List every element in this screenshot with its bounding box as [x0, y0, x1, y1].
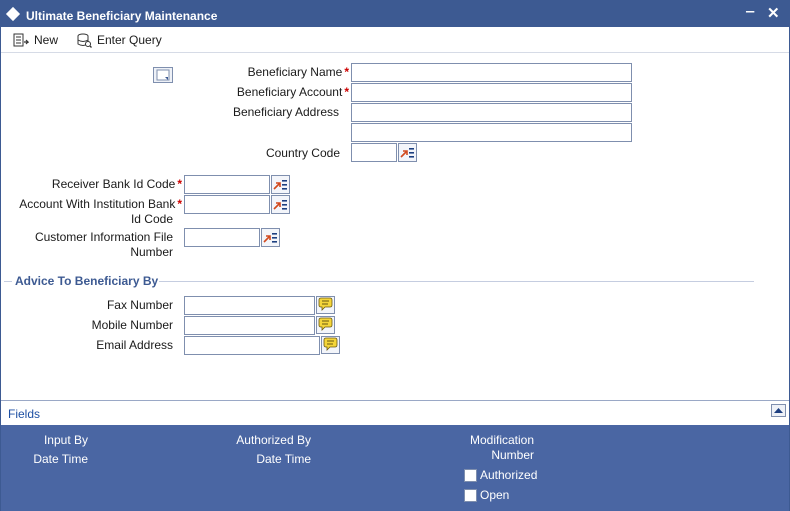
account-with-institution-label: Account With Institution Bank *	[5, 197, 182, 212]
mobile-message-icon[interactable]	[316, 316, 335, 334]
triangle-up-icon	[774, 408, 783, 413]
cif-label: Customer Information File	[34, 230, 173, 244]
input-by-label: Input By	[43, 433, 88, 447]
close-button[interactable]: ✕	[767, 4, 780, 22]
toolbar: New Enter Query	[1, 27, 789, 53]
database-query-icon	[77, 33, 92, 48]
beneficiary-name-input[interactable]	[351, 63, 632, 82]
receiver-bank-input[interactable]	[184, 175, 270, 194]
account-with-institution-text: Account With Institution Bank	[19, 197, 176, 211]
country-code-lov-icon[interactable]	[398, 143, 417, 162]
cif-label-line2: Number	[130, 245, 173, 259]
account-with-institution-input[interactable]	[184, 195, 270, 214]
cif-lov-icon[interactable]	[261, 228, 280, 247]
list-of-values-icon	[263, 233, 277, 243]
list-of-values-icon	[273, 200, 287, 210]
form-options-glyph	[156, 69, 170, 81]
window-title: Ultimate Beneficiary Maintenance	[26, 9, 218, 23]
fax-message-icon[interactable]	[316, 296, 335, 314]
form-options-icon[interactable]	[153, 67, 173, 83]
collapse-up-button[interactable]	[771, 404, 786, 417]
required-marker: *	[177, 177, 182, 191]
authorized-by-label: Authorized By	[236, 433, 311, 447]
speech-bubble-icon	[318, 317, 333, 331]
beneficiary-name-label: Beneficiary Name *	[191, 65, 349, 80]
receiver-bank-label: Receiver Bank Id Code *	[7, 177, 182, 192]
country-code-label: Country Code	[265, 146, 340, 160]
modification-number-label: Modification	[469, 433, 534, 447]
country-code-input[interactable]	[351, 143, 397, 162]
modification-number-label-line2: Number	[491, 448, 534, 462]
window: Ultimate Beneficiary Maintenance ‒ ✕ New	[0, 0, 790, 511]
enter-query-label: Enter Query	[97, 33, 162, 47]
advice-section-title: Advice To Beneficiary By	[15, 274, 159, 288]
beneficiary-account-input[interactable]	[351, 83, 632, 102]
input-date-time-label: Date Time	[33, 452, 88, 466]
email-address-input[interactable]	[184, 336, 320, 355]
audit-footer: Input By Date Time Authorized By Date Ti…	[1, 425, 789, 511]
beneficiary-name-text: Beneficiary Name	[247, 65, 343, 79]
beneficiary-account-text: Beneficiary Account	[236, 85, 343, 99]
authorized-date-time-label: Date Time	[256, 452, 311, 466]
section-divider-left	[4, 281, 12, 282]
authorized-checkbox[interactable]	[464, 469, 477, 482]
receiver-bank-text: Receiver Bank Id Code	[51, 177, 176, 191]
section-divider	[159, 281, 754, 282]
list-of-values-icon	[273, 180, 287, 190]
fax-number-label: Fax Number	[106, 298, 173, 312]
open-checkbox[interactable]	[464, 489, 477, 502]
fax-number-input[interactable]	[184, 296, 315, 315]
beneficiary-address-label: Beneficiary Address	[232, 105, 339, 119]
app-diamond-icon	[5, 6, 21, 22]
account-with-institution-lov-icon[interactable]	[271, 195, 290, 214]
fields-bar: Fields	[1, 400, 789, 425]
beneficiary-address-line2-input[interactable]	[351, 123, 632, 142]
new-button[interactable]: New	[13, 31, 58, 49]
mobile-number-input[interactable]	[184, 316, 315, 335]
required-marker: *	[177, 197, 182, 211]
open-checkbox-label: Open	[480, 488, 510, 502]
new-document-icon	[13, 33, 29, 47]
list-of-values-icon	[400, 148, 414, 158]
receiver-bank-lov-icon[interactable]	[271, 175, 290, 194]
speech-bubble-icon	[323, 337, 338, 351]
cif-input[interactable]	[184, 228, 260, 247]
fields-link[interactable]: Fields	[8, 407, 40, 421]
enter-query-button[interactable]: Enter Query	[77, 31, 162, 49]
email-address-label: Email Address	[96, 338, 173, 352]
beneficiary-address-line1-input[interactable]	[351, 103, 632, 122]
beneficiary-account-label: Beneficiary Account *	[191, 85, 349, 100]
email-message-icon[interactable]	[321, 336, 340, 354]
new-label: New	[34, 33, 59, 47]
speech-bubble-icon	[318, 297, 333, 311]
title-bar: Ultimate Beneficiary Maintenance ‒ ✕	[1, 1, 789, 27]
authorized-checkbox-label: Authorized	[480, 468, 538, 482]
minimize-button[interactable]: ‒	[746, 3, 754, 20]
required-marker: *	[344, 65, 349, 79]
account-with-institution-label-line2: Id Code	[130, 212, 173, 226]
mobile-number-label: Mobile Number	[91, 318, 173, 332]
required-marker: *	[344, 85, 349, 99]
